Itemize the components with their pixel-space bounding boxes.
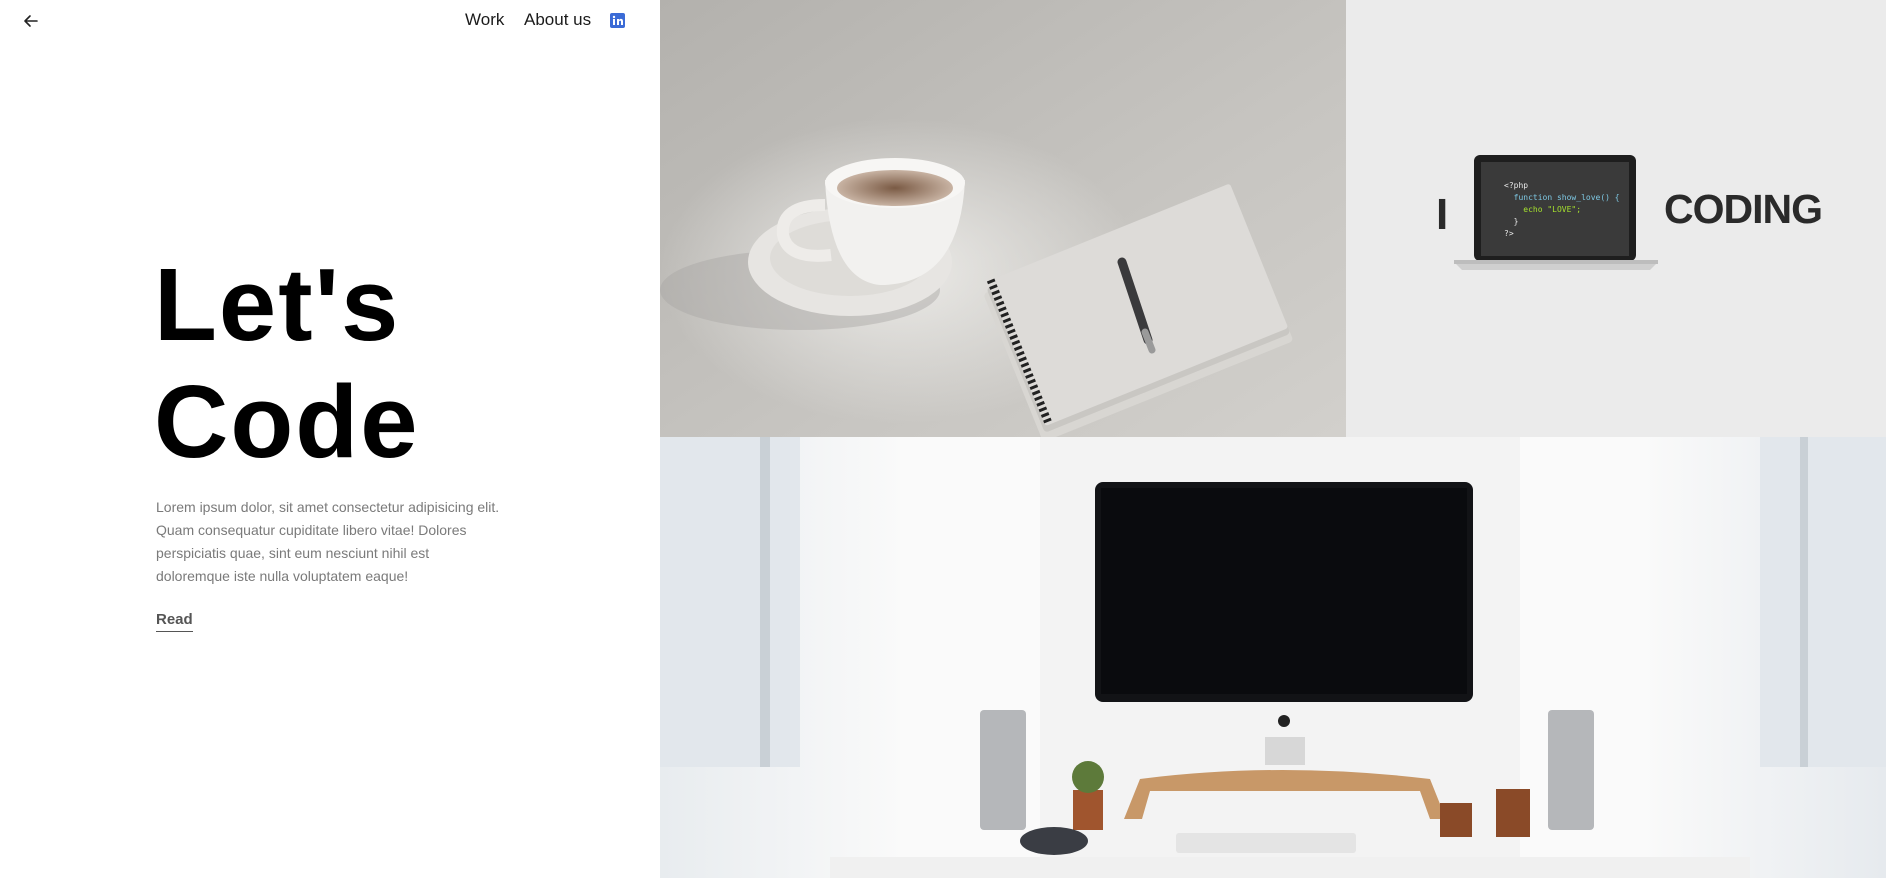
coffee-notebook-image [660,0,1346,437]
code-line-4: } [1504,217,1519,226]
code-line-3: echo "LOVE"; [1504,205,1582,214]
page-title: Let's Code [154,246,420,480]
coding-i-text: I [1436,190,1449,239]
code-line-2: function show_love() { [1504,193,1620,202]
hero-description: Lorem ipsum dolor, sit amet consectetur … [156,499,500,584]
arrow-left-icon[interactable] [22,12,40,30]
linkedin-icon[interactable] [610,13,625,28]
title-line-2: Code [154,364,420,479]
code-line-5: ?> [1504,229,1514,238]
i-love-coding-image: I <?php function show_love() { echo "LOV… [1346,0,1886,437]
nav-link-about-us[interactable]: About us [524,10,591,30]
hero-panel: Work About us Let's Code Lorem ipsum dol… [0,0,660,878]
nav-link-work[interactable]: Work [465,10,504,30]
code-snippet: <?php function show_love() { echo "LOVE"… [1504,180,1620,240]
code-line-1: <?php [1504,181,1529,190]
desk-workspace-image [660,437,1886,878]
title-line-1: Let's [154,247,401,362]
top-navigation: Work About us [0,0,660,42]
read-link[interactable]: Read [156,611,193,632]
coding-word-text: CODING [1664,186,1823,232]
